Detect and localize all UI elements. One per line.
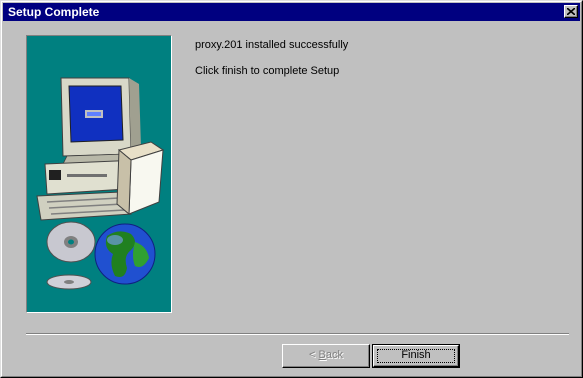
window-title: Setup Complete: [8, 5, 100, 19]
computer-icon: [36, 77, 165, 221]
close-icon: [567, 8, 575, 15]
close-button[interactable]: [564, 5, 578, 18]
finish-button-label: Finish: [401, 349, 431, 361]
install-success-text: proxy.201 installed successfully: [195, 39, 349, 51]
finish-button[interactable]: Finish: [372, 344, 460, 368]
back-button[interactable]: < Back: [282, 344, 370, 368]
back-button-mnemonic: B: [318, 349, 326, 361]
setup-graphic-panel: [26, 35, 172, 313]
title-bar[interactable]: Setup Complete: [3, 3, 580, 21]
setup-complete-dialog: Setup Complete proxy.201 installed succe…: [0, 0, 583, 378]
back-button-rest: ack: [325, 349, 343, 361]
back-button-prefix: <: [309, 349, 319, 361]
button-separator: [26, 333, 569, 335]
setup-illustration: [36, 77, 165, 290]
globe-icon: [94, 223, 156, 285]
finish-instruction-text: Click finish to complete Setup: [195, 65, 340, 77]
cd-icon: [46, 221, 96, 290]
